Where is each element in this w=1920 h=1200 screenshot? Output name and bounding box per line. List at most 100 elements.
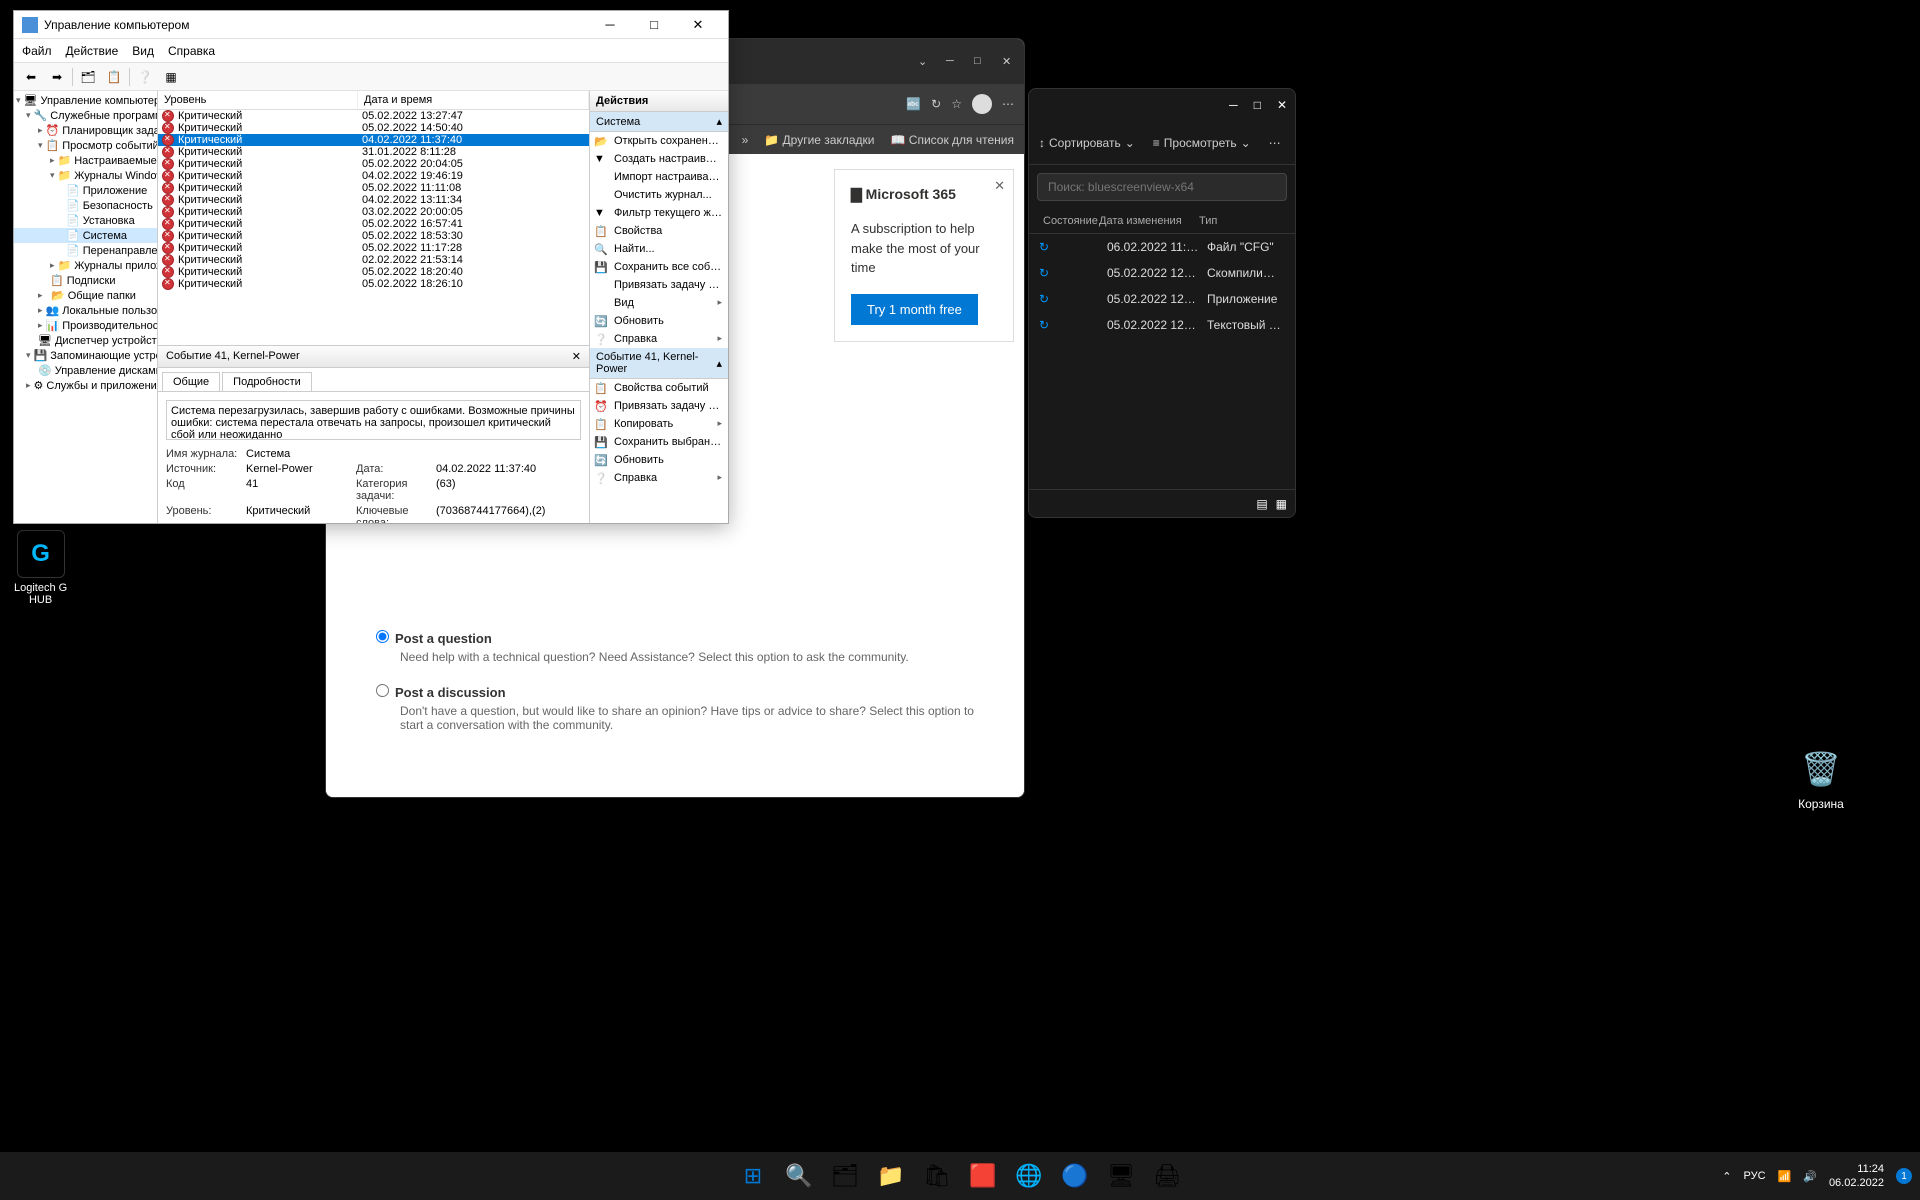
action-copy[interactable]: 📋Копировать▸	[590, 415, 728, 433]
action-event-attach[interactable]: ⏰Привязать задачу к со...	[590, 397, 728, 415]
event-list-header[interactable]: Уровень Дата и время	[158, 91, 589, 110]
event-row[interactable]: Критический04.02.2022 13:11:34	[158, 194, 589, 206]
tree-applogs[interactable]: ▸📁 Журналы приложе	[14, 258, 157, 273]
event-row[interactable]: Критический03.02.2022 20:00:05	[158, 206, 589, 218]
tree-tools[interactable]: ▾🔧 Служебные программы	[14, 108, 157, 123]
tree-perf[interactable]: ▸📊 Производительность	[14, 318, 157, 333]
event-row[interactable]: Критический05.02.2022 20:04:05	[158, 158, 589, 170]
action-save-all[interactable]: 💾Сохранить все событ...	[590, 258, 728, 276]
close-detail-icon[interactable]: ✕	[572, 350, 581, 363]
details-view-icon[interactable]: ▤	[1256, 497, 1267, 511]
action-help[interactable]: ❔Справка▸	[590, 330, 728, 348]
actions-section-event[interactable]: Событие 41, Kernel-Power▴	[590, 348, 728, 379]
forward-button[interactable]: ➡	[46, 66, 68, 88]
maximize-button[interactable]: □	[632, 17, 676, 32]
search-icon[interactable]: 🔍	[779, 1156, 819, 1196]
back-button[interactable]: ⬅	[20, 66, 42, 88]
show-hide-tree-icon[interactable]: 🗂	[77, 66, 99, 88]
action-view[interactable]: Вид▸	[590, 294, 728, 312]
menu-file[interactable]: Файл	[22, 44, 52, 58]
favorite-icon[interactable]: ☆	[951, 97, 962, 111]
menu-view[interactable]: Вид	[132, 44, 154, 58]
tray-chevron-icon[interactable]: ⌃	[1722, 1170, 1731, 1183]
tree-root[interactable]: ▾🖥 Управление компьютером (л	[14, 93, 157, 108]
printer-icon[interactable]: 🖨	[1147, 1156, 1187, 1196]
tree-winlogs[interactable]: ▾📁 Журналы Windows	[14, 168, 157, 183]
edge-icon[interactable]: 🔵	[1055, 1156, 1095, 1196]
file-row[interactable]: ↻05.02.2022 12:59Текстовый докум...	[1029, 312, 1295, 338]
action-import-custom[interactable]: Импорт настраиваем...	[590, 168, 728, 186]
tree-subs[interactable]: 📋 Подписки	[14, 273, 157, 288]
profile-icon[interactable]	[972, 94, 992, 114]
minimize-button[interactable]: ─	[588, 17, 632, 32]
tree-setup[interactable]: 📄 Установка	[14, 213, 157, 228]
action-find[interactable]: 🔍Найти...	[590, 240, 728, 258]
event-row[interactable]: Критический04.02.2022 19:46:19	[158, 170, 589, 182]
explorer-icon[interactable]: 📁	[871, 1156, 911, 1196]
tree-users[interactable]: ▸👥 Локальные пользовате	[14, 303, 157, 318]
post-question-radio[interactable]	[376, 630, 389, 643]
sync-icon[interactable]: ↻	[931, 97, 941, 111]
icons-view-icon[interactable]: ▦	[1276, 497, 1287, 511]
language-indicator[interactable]: РУС	[1744, 1170, 1766, 1182]
event-row[interactable]: Критический31.01.2022 8:11:28	[158, 146, 589, 158]
more-icon[interactable]: ⋯	[1269, 136, 1281, 150]
event-row[interactable]: Критический05.02.2022 18:26:10	[158, 278, 589, 290]
tree-devmgr[interactable]: 🖥 Диспетчер устройств	[14, 333, 157, 348]
action-open-saved[interactable]: 📂Открыть сохраненны...	[590, 132, 728, 150]
action-event-props[interactable]: 📋Свойства событий	[590, 379, 728, 397]
menu-action[interactable]: Действие	[66, 44, 119, 58]
view-button[interactable]: ≡ Просмотреть ⌄	[1153, 136, 1251, 150]
event-row[interactable]: Критический02.02.2022 21:53:14	[158, 254, 589, 266]
action-save-selected[interactable]: 💾Сохранить выбранны...	[590, 433, 728, 451]
close-button[interactable]: ✕	[1277, 98, 1287, 112]
translate-icon[interactable]: 🔤	[906, 97, 921, 111]
maximize-button[interactable]: □	[974, 55, 988, 69]
store-icon[interactable]: 🛍	[917, 1156, 957, 1196]
tree-eventvwr[interactable]: ▾📋 Просмотр событий	[14, 138, 157, 153]
event-row[interactable]: Критический05.02.2022 11:17:28	[158, 242, 589, 254]
event-row[interactable]: Критический05.02.2022 16:57:41	[158, 218, 589, 230]
close-button[interactable]: ✕	[676, 17, 720, 33]
tab-general[interactable]: Общие	[162, 372, 220, 391]
action-event-help[interactable]: ❔Справка▸	[590, 469, 728, 487]
bookmark-other[interactable]: 📁 Другие закладки	[764, 133, 874, 147]
event-row[interactable]: Критический04.02.2022 11:37:40	[158, 134, 589, 146]
action-create-custom[interactable]: ▼Создать настраивае...	[590, 150, 728, 168]
try-free-button[interactable]: Try 1 month free	[851, 294, 978, 325]
clock[interactable]: 11:2406.02.2022	[1829, 1162, 1884, 1191]
tree-diskmgr[interactable]: 💿 Управление дисками	[14, 363, 157, 378]
help-icon[interactable]: ❔	[134, 66, 156, 88]
action-attach-task[interactable]: Привязать задачу к жу...	[590, 276, 728, 294]
eventvwr-icon[interactable]: 🖥	[1101, 1156, 1141, 1196]
close-button[interactable]: ✕	[1002, 55, 1016, 69]
action-clear-log[interactable]: Очистить журнал...	[590, 186, 728, 204]
tree-shared[interactable]: ▸📂 Общие папки	[14, 288, 157, 303]
event-row[interactable]: Критический05.02.2022 11:11:08	[158, 182, 589, 194]
tree-app[interactable]: 📄 Приложение	[14, 183, 157, 198]
wifi-icon[interactable]: 📶	[1778, 1170, 1792, 1183]
app-icon[interactable]: 🟥	[963, 1156, 1003, 1196]
tree-custom[interactable]: ▸📁 Настраиваемые пр	[14, 153, 157, 168]
file-row[interactable]: ↻05.02.2022 12:59Скомпилирован...	[1029, 260, 1295, 286]
maximize-button[interactable]: □	[1254, 98, 1261, 112]
event-row[interactable]: Критический05.02.2022 13:27:47	[158, 110, 589, 122]
file-row[interactable]: ↻06.02.2022 11:17Файл "CFG"	[1029, 234, 1295, 260]
task-view-icon[interactable]: 🗂	[825, 1156, 865, 1196]
minimize-button[interactable]: ─	[946, 55, 960, 69]
start-button[interactable]: ⊞	[733, 1156, 773, 1196]
tree-sec[interactable]: 📄 Безопасность	[14, 198, 157, 213]
action-event-refresh[interactable]: 🔄Обновить	[590, 451, 728, 469]
tree-scheduler[interactable]: ▸⏰ Планировщик заданий	[14, 123, 157, 138]
column-headers[interactable]: Состояние Дата изменения Тип	[1029, 209, 1295, 234]
minimize-button[interactable]: ─	[1229, 98, 1238, 112]
tree-storage[interactable]: ▾💾 Запоминающие устройст	[14, 348, 157, 363]
notifications-icon[interactable]: 1	[1896, 1168, 1912, 1184]
tab-dropdown-icon[interactable]: ⌄	[918, 55, 932, 69]
tree-services[interactable]: ▸⚙ Службы и приложения	[14, 378, 157, 393]
action-filter[interactable]: ▼Фильтр текущего жур...	[590, 204, 728, 222]
file-row[interactable]: ↻05.02.2022 12:59Приложение	[1029, 286, 1295, 312]
bookmarks-more[interactable]: »	[742, 133, 749, 147]
volume-icon[interactable]: 🔊	[1803, 1170, 1817, 1183]
chrome-icon[interactable]: 🌐	[1009, 1156, 1049, 1196]
